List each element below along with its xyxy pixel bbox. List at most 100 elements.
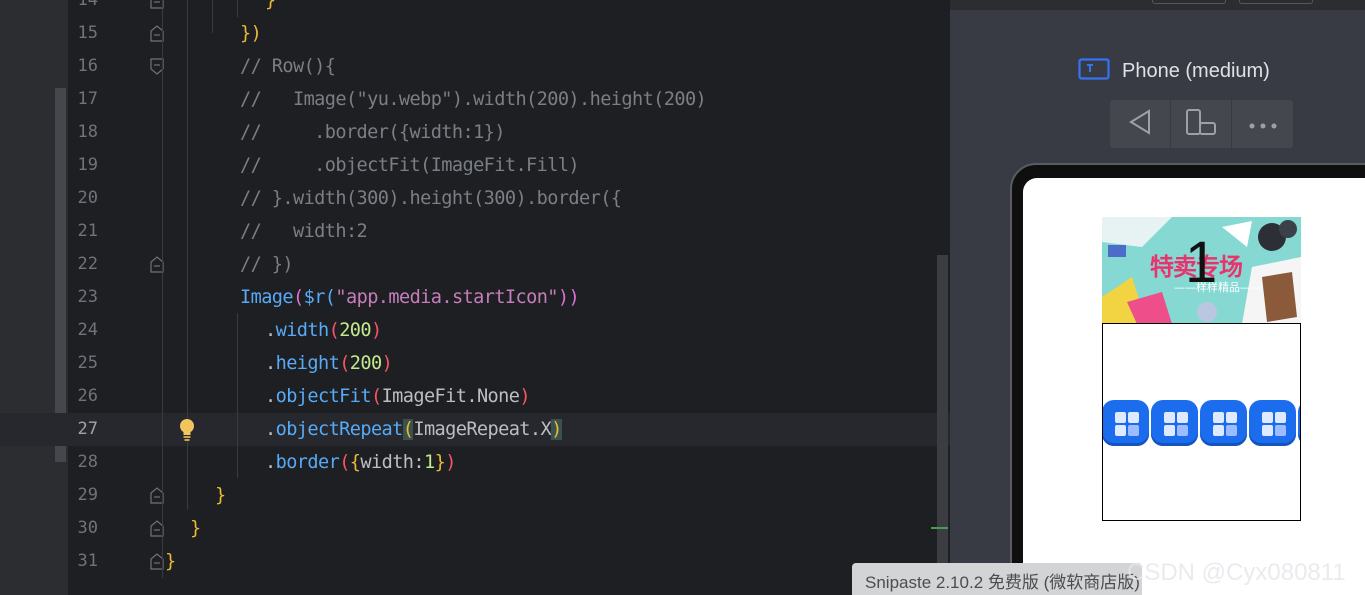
app-grid-icon — [1199, 398, 1248, 448]
code-line[interactable]: 17 // Image("yu.webp").width(200).height(… — [0, 83, 950, 116]
code-token: objectRepeat — [275, 419, 404, 440]
code-text[interactable]: .height(200) — [265, 347, 393, 380]
triangle-left-icon — [1126, 108, 1154, 140]
code-line[interactable]: 15}) — [0, 17, 950, 50]
line-number[interactable]: 16 — [68, 50, 98, 83]
code-text[interactable]: // }.width(300).height(300).border({ — [240, 182, 622, 215]
line-number[interactable]: 25 — [68, 347, 98, 380]
line-number[interactable]: 26 — [68, 380, 98, 413]
line-number[interactable]: 14 — [68, 0, 98, 17]
top-button[interactable] — [1239, 0, 1313, 4]
code-line[interactable]: 14} — [0, 0, 950, 17]
top-button[interactable] — [1152, 0, 1226, 4]
code-line[interactable]: 19 // .objectFit(ImageFit.Fill) — [0, 149, 950, 182]
code-editor[interactable]: 14} 15}) 16// Row(){17// Image("yu.webp").… — [0, 0, 950, 595]
line-number[interactable]: 30 — [68, 512, 98, 545]
code-text[interactable]: } — [190, 512, 201, 545]
code-text[interactable]: .objectRepeat(ImageRepeat.X) — [265, 413, 562, 446]
code-text[interactable]: } — [265, 0, 276, 17]
code-line[interactable]: 24 .width(200) — [0, 314, 950, 347]
code-text[interactable]: // width:2 — [240, 215, 368, 248]
indent-guide — [162, 0, 163, 578]
code-text[interactable]: } — [165, 545, 176, 578]
code-token: ) — [381, 353, 393, 374]
code-token: X — [540, 419, 552, 440]
promo-image: 特卖专场 ——样样精品—— 1 — [1102, 217, 1301, 324]
code-token: // Image("yu.webp").width(200).height(20… — [240, 89, 707, 110]
line-number[interactable]: 17 — [68, 83, 98, 116]
line-number[interactable]: 22 — [68, 248, 98, 281]
code-token: 200 — [349, 353, 382, 374]
lightbulb-icon[interactable] — [178, 418, 196, 442]
app-grid-icon — [1297, 398, 1300, 448]
app-grid-icon — [1150, 398, 1199, 448]
line-number[interactable]: 15 — [68, 17, 98, 50]
code-token: // Row(){ — [240, 56, 336, 77]
code-token: ( — [324, 287, 336, 308]
code-line[interactable]: 29} — [0, 479, 950, 512]
line-number[interactable]: 31 — [68, 545, 98, 578]
code-line[interactable]: 23 Image($r("app.media.startIcon")) — [0, 281, 950, 314]
previewer-topbar — [950, 0, 1365, 10]
code-text[interactable]: // .border({width:1}) — [240, 116, 505, 149]
code-token: ( — [339, 353, 350, 374]
line-number[interactable]: 20 — [68, 182, 98, 215]
code-token: } — [165, 551, 176, 572]
code-token: 1 — [424, 452, 435, 473]
app-grid-icon — [1248, 398, 1297, 448]
code-line[interactable]: 20 // }.width(300).height(300).border({ — [0, 182, 950, 215]
code-text[interactable]: // Row(){ — [240, 50, 336, 83]
code-token: 200 — [339, 320, 371, 341]
repeat-image — [1102, 323, 1301, 521]
code-line[interactable]: 31} — [0, 545, 950, 578]
line-number[interactable]: 24 — [68, 314, 98, 347]
app-grid-icon — [1103, 398, 1150, 448]
line-number[interactable]: 29 — [68, 479, 98, 512]
code-token: // }.width(300).height(300).border({ — [240, 188, 622, 209]
code-line[interactable]: 25 .height(200) — [0, 347, 950, 380]
code-text[interactable]: .border({width:1}) — [265, 446, 456, 479]
code-line[interactable]: 30} — [0, 512, 950, 545]
code-line[interactable]: 21 // width:2 — [0, 215, 950, 248]
code-text[interactable]: // .objectFit(ImageFit.Fill) — [240, 149, 580, 182]
code-line[interactable]: 16 // Row(){ — [0, 50, 950, 83]
code-line[interactable]: 18 // .border({width:1}) — [0, 116, 950, 149]
code-token: // .objectFit(ImageFit.Fill) — [240, 155, 580, 176]
code-line[interactable]: 28 .border({width:1}) — [0, 446, 950, 479]
code-line[interactable]: 27 .objectRepeat(ImageRepeat.X) — [0, 413, 950, 446]
code-text[interactable]: // Image("yu.webp").width(200).height(20… — [240, 83, 707, 116]
code-text[interactable]: .objectFit(ImageFit.None) — [265, 380, 531, 413]
rotate-button[interactable] — [1171, 100, 1232, 148]
code-line[interactable]: 26 .objectFit(ImageFit.None) — [0, 380, 950, 413]
image-number: 1 — [1185, 230, 1218, 295]
repeated-icons-row — [1103, 398, 1300, 448]
code-token: } — [265, 0, 276, 11]
line-number[interactable]: 23 — [68, 281, 98, 314]
line-number[interactable]: 28 — [68, 446, 98, 479]
line-number[interactable]: 19 — [68, 149, 98, 182]
more-button[interactable] — [1232, 100, 1293, 148]
line-number[interactable]: 18 — [68, 116, 98, 149]
code-text[interactable]: }) — [240, 17, 262, 50]
code-text[interactable]: .width(200) — [265, 314, 382, 347]
code-token: ) — [445, 452, 456, 473]
code-text[interactable]: Image($r("app.media.startIcon")) — [240, 281, 580, 314]
code-text[interactable]: } — [215, 479, 226, 512]
code-token: None — [476, 386, 520, 407]
code-token: ( — [292, 287, 304, 308]
line-number[interactable]: 27 — [68, 413, 98, 446]
device-selector[interactable]: Phone (medium) — [1078, 58, 1270, 84]
device-name: Phone (medium) — [1122, 59, 1270, 82]
snipaste-tooltip: Snipaste 2.10.2 免费版 (微软商店版) # — [852, 563, 1142, 595]
code-line[interactable]: 22 // }) — [0, 248, 950, 281]
editor-scrollbar[interactable] — [937, 255, 948, 595]
code-token: . — [466, 386, 477, 407]
code-token: objectFit — [275, 386, 372, 407]
code-text[interactable]: // }) — [240, 248, 294, 281]
code-token: ImageRepeat — [413, 419, 530, 440]
code-token: { — [349, 452, 361, 473]
code-token: // }) — [240, 254, 294, 275]
code-token: . — [265, 353, 276, 374]
back-button[interactable] — [1110, 100, 1171, 148]
line-number[interactable]: 21 — [68, 215, 98, 248]
